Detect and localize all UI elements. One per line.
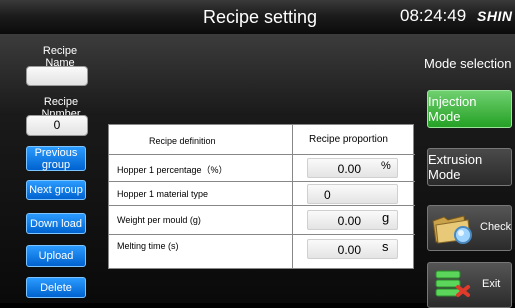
next-group-button[interactable]: Next group: [26, 180, 86, 200]
row-value: 0.00: [337, 162, 361, 176]
row-unit: %: [381, 160, 391, 172]
page-title: Recipe setting: [202, 7, 318, 27]
check-button[interactable]: Check: [427, 205, 512, 251]
col-definition-header: Recipe definition: [149, 136, 216, 146]
delete-button[interactable]: Delete: [26, 277, 86, 298]
injection-mode-button[interactable]: Injection Mode: [427, 90, 512, 128]
row-label: Hopper 1 percentage（%）: [117, 165, 228, 175]
row-label: Hopper 1 material type: [117, 189, 209, 199]
previous-group-button[interactable]: Previous group: [26, 146, 86, 171]
recipe-number-input[interactable]: 0: [26, 115, 88, 136]
exit-button[interactable]: Exit: [427, 262, 512, 308]
row-label: Weight per mould (g): [117, 215, 201, 225]
row-value: 0.00: [337, 243, 361, 257]
check-label: Check: [480, 221, 512, 233]
download-button[interactable]: Down load: [26, 213, 86, 234]
material-type-field[interactable]: 0: [307, 184, 398, 204]
clock: 08:24:49: [400, 6, 467, 25]
row-unit: s: [382, 239, 389, 254]
extrusion-mode-button[interactable]: Extrusion Mode: [427, 148, 512, 186]
exit-icon: [435, 270, 470, 297]
header-bar: Recipe setting 08:24:49 SHIN: [0, 0, 515, 35]
row-label: Melting time (s): [117, 241, 179, 251]
col-proportion-header: Recipe proportion: [309, 134, 388, 145]
column-divider: [292, 125, 293, 268]
row-value: 0.00: [337, 214, 361, 228]
table-row: Weight per mould (g) 0.00 g: [109, 206, 415, 235]
table-row: Hopper 1 percentage（%） 0.00 %: [109, 155, 415, 182]
table-row: Hopper 1 material type 0: [109, 182, 415, 206]
row-value: 0: [324, 188, 331, 202]
folder-search-icon: [432, 215, 472, 244]
recipe-name-input[interactable]: [26, 66, 88, 86]
upload-button[interactable]: Upload: [26, 245, 86, 267]
table-header-row: Recipe definition Recipe proportion: [109, 125, 415, 155]
exit-label: Exit: [482, 278, 501, 290]
recipe-table: Recipe definition Recipe proportion Hopp…: [108, 124, 415, 269]
brand-logo: SHIN: [477, 8, 513, 24]
row-unit: g: [382, 210, 390, 225]
mode-selection-label: Mode selection: [424, 56, 512, 71]
table-row: Melting time (s) 0.00 s: [109, 235, 415, 268]
